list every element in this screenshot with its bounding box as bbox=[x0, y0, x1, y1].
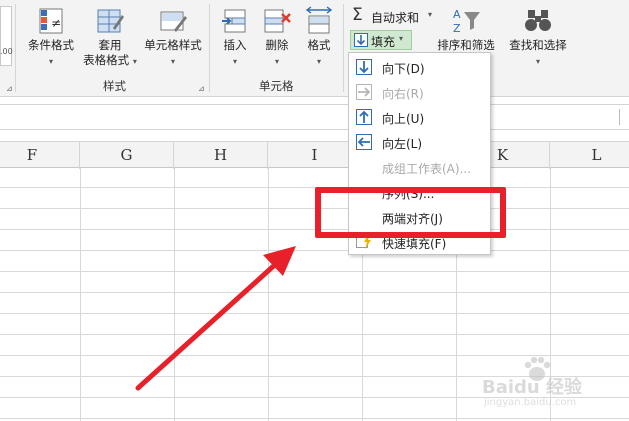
svg-text:Z: Z bbox=[453, 22, 461, 35]
watermark-subtext: jingyan.baidu.com bbox=[484, 397, 577, 408]
fill-down-icon bbox=[354, 33, 368, 47]
format-cells-icon bbox=[305, 6, 333, 34]
number-group-launcher-icon[interactable]: ⊿ bbox=[6, 84, 13, 93]
arrow-down-icon bbox=[356, 59, 372, 75]
column-header-f[interactable]: F bbox=[0, 142, 80, 169]
group-divider bbox=[343, 4, 344, 92]
svg-text:≠: ≠ bbox=[51, 16, 61, 30]
format-as-table-label-1: 套用 bbox=[98, 38, 122, 52]
menu-item-label: 向右(R) bbox=[382, 87, 424, 101]
chevron-down-icon: ▾ bbox=[232, 57, 237, 66]
delete-cells-icon bbox=[264, 9, 291, 33]
sort-filter-label: 排序和筛选 bbox=[437, 38, 495, 52]
delete-label: 删除 bbox=[265, 38, 289, 52]
insert-cells-icon bbox=[222, 9, 246, 33]
menu-item-fill-right[interactable]: 向右(R) bbox=[349, 80, 490, 105]
fill-button[interactable]: 填充 ▾ bbox=[350, 30, 412, 50]
format-as-table-icon bbox=[97, 9, 124, 33]
cell-styles-label: 单元格样式 bbox=[144, 38, 202, 52]
menu-item-label: 向下(D) bbox=[382, 62, 425, 76]
menu-item-fill-left[interactable]: 向左(L) bbox=[349, 130, 490, 155]
cell-styles-button[interactable]: 单元格样式 ▾ bbox=[140, 6, 206, 69]
ribbon: .00 ⊿ ≠ 条件格式 ▾ 套用 表格格式 ▾ 单元格样式 ▾ 样式 ⊿ 插入… bbox=[0, 0, 629, 97]
cell-styles-icon bbox=[160, 11, 187, 32]
sigma-icon: Σ bbox=[352, 5, 363, 25]
menu-item-fill-up[interactable]: 向上(U) bbox=[349, 105, 490, 130]
column-header-row: F G H I J K L bbox=[0, 141, 629, 169]
group-divider bbox=[15, 4, 16, 92]
menu-item-fill-down[interactable]: 向下(D) bbox=[349, 55, 490, 80]
arrow-left-icon bbox=[356, 134, 372, 150]
conditional-formatting-button[interactable]: ≠ 条件格式 ▾ bbox=[22, 6, 80, 69]
sort-filter-icon: A Z bbox=[453, 8, 480, 35]
group-label-cells: 单元格 bbox=[259, 79, 294, 93]
formula-bar[interactable] bbox=[0, 104, 629, 130]
group-label-styles: 样式 bbox=[103, 79, 126, 93]
chevron-down-icon: ▾ bbox=[132, 57, 137, 66]
delete-cells-button[interactable]: 删除 ▾ bbox=[258, 6, 296, 69]
group-divider bbox=[209, 4, 210, 92]
format-cells-button[interactable]: 格式 ▾ bbox=[300, 6, 338, 69]
arrow-right-icon bbox=[356, 84, 372, 100]
column-header-l[interactable]: L bbox=[550, 142, 629, 169]
insert-label: 插入 bbox=[223, 38, 247, 52]
menu-item-label: 成组工作表(A)... bbox=[382, 162, 472, 176]
watermark-text: Baidu 经验 bbox=[482, 377, 583, 398]
find-select-label: 查找和选择 bbox=[509, 38, 567, 52]
autosum-button[interactable]: Σ 自动求和 ▾ bbox=[350, 5, 440, 25]
chevron-down-icon: ▾ bbox=[48, 57, 53, 66]
menu-item-label: 向上(U) bbox=[382, 112, 425, 126]
format-as-table-button[interactable]: 套用 表格格式 ▾ bbox=[80, 6, 140, 69]
insert-cells-button[interactable]: 插入 ▾ bbox=[216, 6, 254, 69]
conditional-formatting-label: 条件格式 bbox=[28, 38, 74, 52]
styles-group-launcher-icon[interactable]: ⊿ bbox=[198, 84, 205, 93]
format-label: 格式 bbox=[307, 38, 331, 52]
partial-decimal-label: .00 bbox=[0, 47, 13, 56]
chevron-down-icon: ▾ bbox=[535, 57, 540, 66]
baidu-jingyan-watermark: Baidu 经验 jingyan.baidu.com bbox=[480, 355, 620, 415]
chevron-down-icon: ▾ bbox=[274, 57, 279, 66]
menu-item-label: 向左(L) bbox=[382, 137, 423, 151]
svg-text:A: A bbox=[453, 8, 461, 21]
annotation-highlight-box bbox=[315, 187, 506, 238]
fill-label: 填充 bbox=[371, 35, 396, 49]
formula-bar-expand-handle[interactable] bbox=[619, 109, 627, 125]
arrow-up-icon bbox=[356, 109, 372, 125]
conditional-formatting-icon: ≠ bbox=[39, 8, 63, 34]
format-as-table-label-2: 表格格式 bbox=[83, 53, 130, 67]
sort-filter-button[interactable]: A Z 排序和筛选 bbox=[430, 6, 502, 53]
column-header-h[interactable]: H bbox=[174, 142, 268, 169]
chevron-down-icon: ▾ bbox=[399, 34, 404, 43]
column-header-g[interactable]: G bbox=[80, 142, 174, 169]
binoculars-icon bbox=[525, 10, 551, 31]
partial-number-format-button[interactable] bbox=[0, 6, 12, 66]
find-select-button[interactable]: 查找和选择 ▾ bbox=[502, 6, 574, 69]
chevron-down-icon: ▾ bbox=[170, 57, 175, 66]
autosum-label: 自动求和 bbox=[371, 11, 420, 25]
chevron-down-icon: ▾ bbox=[316, 57, 321, 66]
menu-item-across-worksheets[interactable]: 成组工作表(A)... bbox=[349, 155, 490, 180]
